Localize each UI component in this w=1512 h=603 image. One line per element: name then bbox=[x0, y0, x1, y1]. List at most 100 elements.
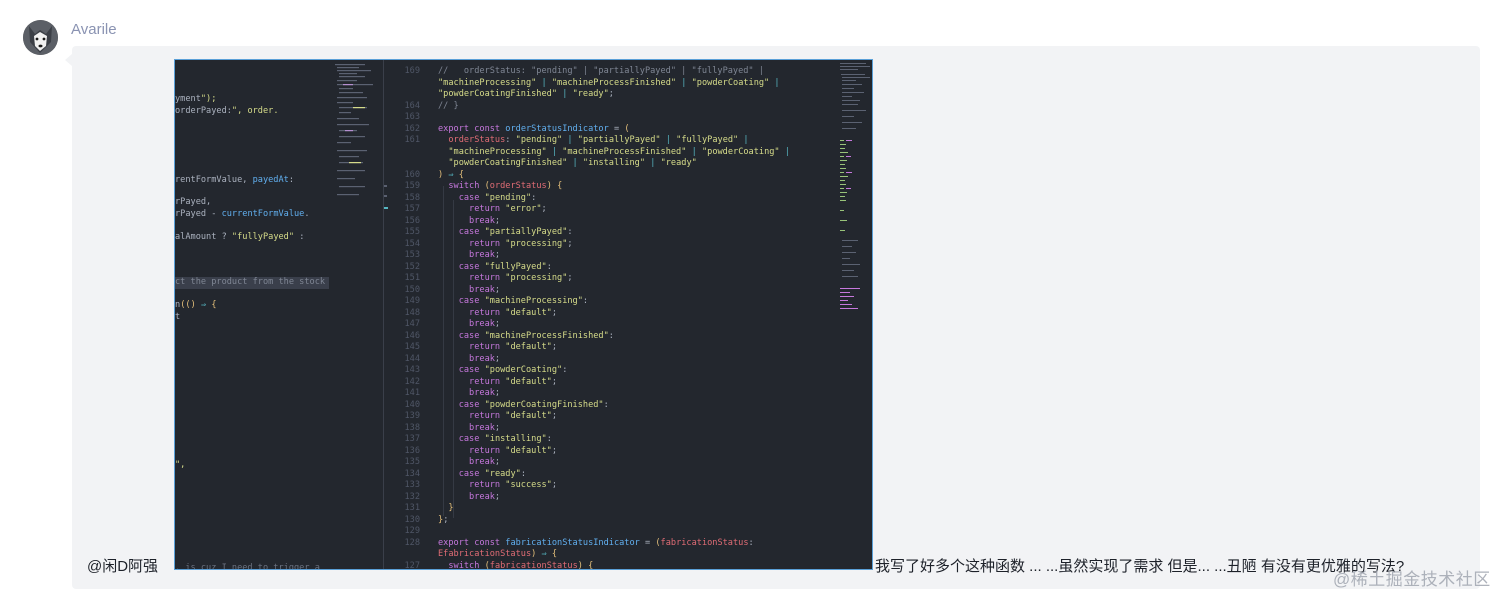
line-number: 163 bbox=[404, 112, 420, 122]
line-number: 149 bbox=[404, 296, 420, 306]
line-number: 159 bbox=[404, 181, 420, 191]
editor-split-divider[interactable] bbox=[383, 60, 384, 569]
line-number: 151 bbox=[404, 273, 420, 283]
left-pane-code-line: t bbox=[175, 312, 181, 322]
line-number: 136 bbox=[404, 445, 420, 456]
line-number: 143 bbox=[404, 365, 420, 375]
indent-guide bbox=[453, 200, 454, 518]
code-line: EfabricationStatus) ⇒ { bbox=[438, 549, 558, 559]
minimap-left bbox=[335, 64, 373, 196]
line-number: 153 bbox=[404, 250, 420, 260]
line-number: 131 bbox=[404, 503, 420, 513]
code-screenshot-image[interactable]: yment"); orderPayed:", order. rentFormValu… bbox=[174, 59, 873, 570]
code-line: "powderCoatingFinished" | "ready"; bbox=[438, 89, 614, 99]
code-line: ) ⇒ { bbox=[438, 169, 464, 180]
editor-left-pane: yment"); orderPayed:", order. rentFormValu… bbox=[175, 60, 333, 569]
line-number: 145 bbox=[404, 342, 420, 352]
code-line: return "processing"; bbox=[469, 238, 573, 249]
code-line: break; bbox=[469, 284, 501, 295]
code-line: "machineProcessing" | "machineProcessFin… bbox=[448, 146, 790, 157]
line-number: 141 bbox=[404, 388, 420, 398]
line-number: 133 bbox=[404, 480, 420, 490]
line-number: 134 bbox=[404, 468, 420, 479]
line-number: 154 bbox=[404, 238, 420, 249]
code-line: return "default"; bbox=[469, 445, 558, 456]
line-number: 138 bbox=[404, 422, 420, 433]
line-number: 146 bbox=[404, 330, 420, 341]
line-number: 164 bbox=[404, 100, 420, 111]
left-pane-code-line: . is cuz I need to trigger a bbox=[175, 563, 320, 569]
line-number: 130 bbox=[404, 514, 420, 525]
left-pane-code-line: ct the product from the stock bbox=[175, 277, 330, 289]
code-line: break; bbox=[469, 457, 501, 467]
author-name[interactable]: Avarile bbox=[71, 21, 117, 38]
line-number: 150 bbox=[404, 284, 420, 295]
code-line: switch (fabricationStatus) { bbox=[448, 560, 594, 570]
code-line: // orderStatus: "pending" | "partiallyPa… bbox=[438, 66, 764, 76]
left-pane-code-line: rPayed - currentFormValue. bbox=[175, 209, 310, 219]
code-line: switch (orderStatus) { bbox=[448, 181, 563, 191]
line-number: 137 bbox=[404, 434, 420, 444]
line-number: 139 bbox=[404, 411, 420, 421]
line-number: 155 bbox=[404, 227, 420, 237]
code-line: case "partiallyPayed": bbox=[458, 227, 573, 237]
left-pane-code-line: orderPayed:", order. bbox=[175, 106, 279, 116]
indent-guide bbox=[443, 186, 444, 516]
code-line: return "default"; bbox=[469, 411, 558, 421]
code-line: break; bbox=[469, 491, 501, 502]
watermark-text: @稀土掘金技术社区 bbox=[1333, 570, 1491, 589]
code-line: case "machineProcessFinished": bbox=[458, 330, 614, 341]
code-line: break; bbox=[469, 353, 501, 364]
line-number: 156 bbox=[404, 215, 420, 226]
line-number: 128 bbox=[404, 537, 420, 548]
code-line: return "success"; bbox=[469, 480, 558, 490]
code-line: }; bbox=[438, 514, 449, 525]
line-number: 160 bbox=[404, 169, 420, 180]
left-pane-code-line: rentFormValue, payedAt: bbox=[175, 175, 295, 185]
code-line: return "default"; bbox=[469, 342, 558, 352]
code-line: export const orderStatusIndicator = ( bbox=[438, 123, 630, 134]
line-number: 147 bbox=[404, 319, 420, 329]
mention-link[interactable]: @闲D阿强 bbox=[87, 555, 158, 576]
code-line: case "ready": bbox=[458, 468, 526, 479]
code-line: return "default"; bbox=[469, 376, 558, 387]
code-line: case "powderCoatingFinished": bbox=[458, 399, 609, 410]
code-line: break; bbox=[469, 319, 501, 329]
code-line: "powderCoatingFinished" | "installing" |… bbox=[448, 158, 697, 168]
line-number: 148 bbox=[404, 307, 420, 318]
line-number: 152 bbox=[404, 261, 420, 272]
code-line: break; bbox=[469, 422, 501, 433]
line-number: 142 bbox=[404, 376, 420, 387]
line-number: 127 bbox=[404, 560, 420, 570]
code-line: export const fabricationStatusIndicator … bbox=[438, 537, 754, 548]
line-number: 161 bbox=[404, 135, 420, 145]
code-line: "machineProcessing" | "machineProcessFin… bbox=[438, 77, 780, 88]
code-line: case "installing": bbox=[458, 434, 552, 444]
line-number: 135 bbox=[404, 457, 420, 467]
left-pane-code-line: n(() ⇒ { bbox=[175, 300, 217, 310]
code-line: break; bbox=[469, 250, 501, 260]
code-line: case "fullyPayed": bbox=[458, 261, 552, 272]
code-line: break; bbox=[469, 215, 501, 226]
line-number: 140 bbox=[404, 399, 420, 410]
minimap-right bbox=[840, 63, 870, 309]
line-number: 158 bbox=[404, 192, 420, 203]
code-line: case "powderCoating": bbox=[458, 365, 568, 375]
code-line: case "machineProcessing": bbox=[458, 296, 589, 306]
left-pane-code-line: yment"); bbox=[175, 94, 217, 104]
line-number: 169 bbox=[404, 66, 420, 76]
code-line: orderStatus: "pending" | "partiallyPayed… bbox=[448, 135, 749, 145]
author-avatar[interactable] bbox=[23, 20, 58, 55]
line-number: 129 bbox=[404, 526, 420, 536]
message-text: 我写了好多个这种函数 ... ...虽然实现了需求 但是... ...丑陋 有没… bbox=[875, 558, 1405, 575]
left-pane-code-line: rPayed, bbox=[175, 197, 212, 207]
code-line: break; bbox=[469, 388, 501, 398]
code-line: // } bbox=[438, 100, 459, 111]
code-line: return "default"; bbox=[469, 307, 558, 318]
editor-right-pane: 169 // orderStatus: "pending" | "partiall… bbox=[390, 60, 838, 569]
line-number: 157 bbox=[404, 204, 420, 214]
left-pane-code-line: alAmount ? "fullyPayed" : bbox=[175, 232, 305, 242]
code-line: } bbox=[448, 503, 454, 513]
code-line: return "error"; bbox=[469, 204, 547, 214]
line-number: 162 bbox=[404, 123, 420, 134]
